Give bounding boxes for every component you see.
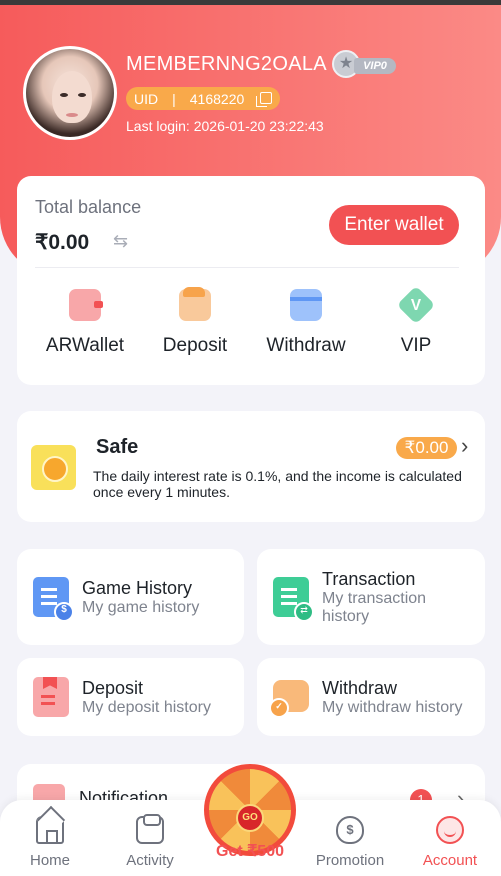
withdraw-history-card[interactable]: Withdraw My withdraw history (257, 658, 485, 736)
tab-label: Home (29, 852, 70, 869)
safe-title: Safe (96, 436, 139, 458)
history-subtitle: My transaction history (322, 590, 427, 625)
safe-card[interactable]: Safe ₹0.00 › The daily interest rate is … (17, 411, 485, 522)
uid-separator: | (172, 90, 176, 107)
history-title: Withdraw (322, 678, 398, 698)
vip-level-label: VIP0 (354, 58, 396, 74)
uid-value: 4168220 (189, 90, 245, 107)
deposit-history-card[interactable]: Deposit My deposit history (17, 658, 244, 736)
spin-reward-label[interactable]: Get ₹500 (200, 841, 300, 861)
wallet-item-withdraw[interactable]: Withdraw (256, 289, 356, 357)
account-icon (436, 816, 464, 844)
withdraw-history-icon (269, 680, 309, 718)
transaction-history-icon (273, 577, 314, 622)
tab-home[interactable]: Home (10, 816, 90, 869)
safe-description: The daily interest rate is 0.1%, and the… (93, 468, 462, 500)
avatar-lip (66, 113, 78, 117)
balance-label: Total balance (35, 197, 142, 217)
uid-label: UID (134, 90, 159, 107)
money-bag-icon (336, 816, 364, 844)
wallet-item-label: Deposit (162, 335, 228, 356)
history-subtitle: My withdraw history (322, 699, 463, 716)
tab-label: Account (422, 852, 478, 869)
tab-activity[interactable]: Activity (110, 814, 190, 869)
avatar[interactable] (23, 46, 117, 140)
enter-wallet-button[interactable]: Enter wallet (329, 205, 459, 245)
chevron-right-icon: › (461, 433, 469, 458)
arwallet-icon (69, 289, 103, 321)
balance-card: Total balance ₹0.00 ⇆ Enter wallet ARWal… (17, 176, 485, 385)
username: MEMBERNNG2OALA (126, 53, 327, 75)
wallet-item-label: Withdraw (266, 335, 346, 356)
activity-icon (136, 814, 164, 844)
wallet-item-vip[interactable]: V VIP (366, 285, 466, 357)
history-subtitle: My game history (82, 599, 200, 616)
deposit-icon (179, 287, 211, 321)
tab-account[interactable]: Account (410, 816, 490, 869)
divider (35, 267, 459, 268)
history-title: Game History (82, 578, 193, 598)
wallet-item-label: ARWallet (45, 335, 125, 356)
wallet-item-label: VIP (400, 335, 432, 356)
safe-amount: ₹0.00 (396, 437, 457, 459)
uid-pill: UID | 4168220 (126, 87, 280, 110)
history-subtitle: My deposit history (82, 699, 211, 716)
wallet-item-arwallet[interactable]: ARWallet (35, 289, 135, 357)
vip-level-badge: ★ VIP0 (332, 50, 398, 78)
home-icon (36, 816, 64, 844)
spin-go-label: GO (236, 804, 264, 832)
game-history-card[interactable]: Game History My game history (17, 549, 244, 645)
vip-icon: V (396, 285, 436, 325)
wallet-item-deposit[interactable]: Deposit (145, 287, 245, 357)
tab-label: Activity (126, 852, 174, 869)
history-title: Deposit (82, 678, 144, 698)
avatar-eye (78, 93, 86, 97)
transaction-history-card[interactable]: Transaction My transaction history (257, 549, 485, 645)
game-history-icon (33, 577, 74, 622)
refresh-icon[interactable]: ⇆ (113, 231, 128, 252)
avatar-eye (60, 93, 68, 97)
copy-icon[interactable] (256, 92, 272, 107)
balance-amount: ₹0.00 (35, 231, 90, 254)
safe-icon (31, 445, 76, 490)
history-title: Transaction (322, 569, 416, 589)
last-login: Last login: 2026-01-20 23:22:43 (126, 118, 324, 134)
withdraw-icon (290, 289, 322, 321)
tab-label: Promotion (315, 852, 385, 869)
tab-promotion[interactable]: Promotion (310, 816, 390, 869)
deposit-history-icon (33, 677, 69, 717)
